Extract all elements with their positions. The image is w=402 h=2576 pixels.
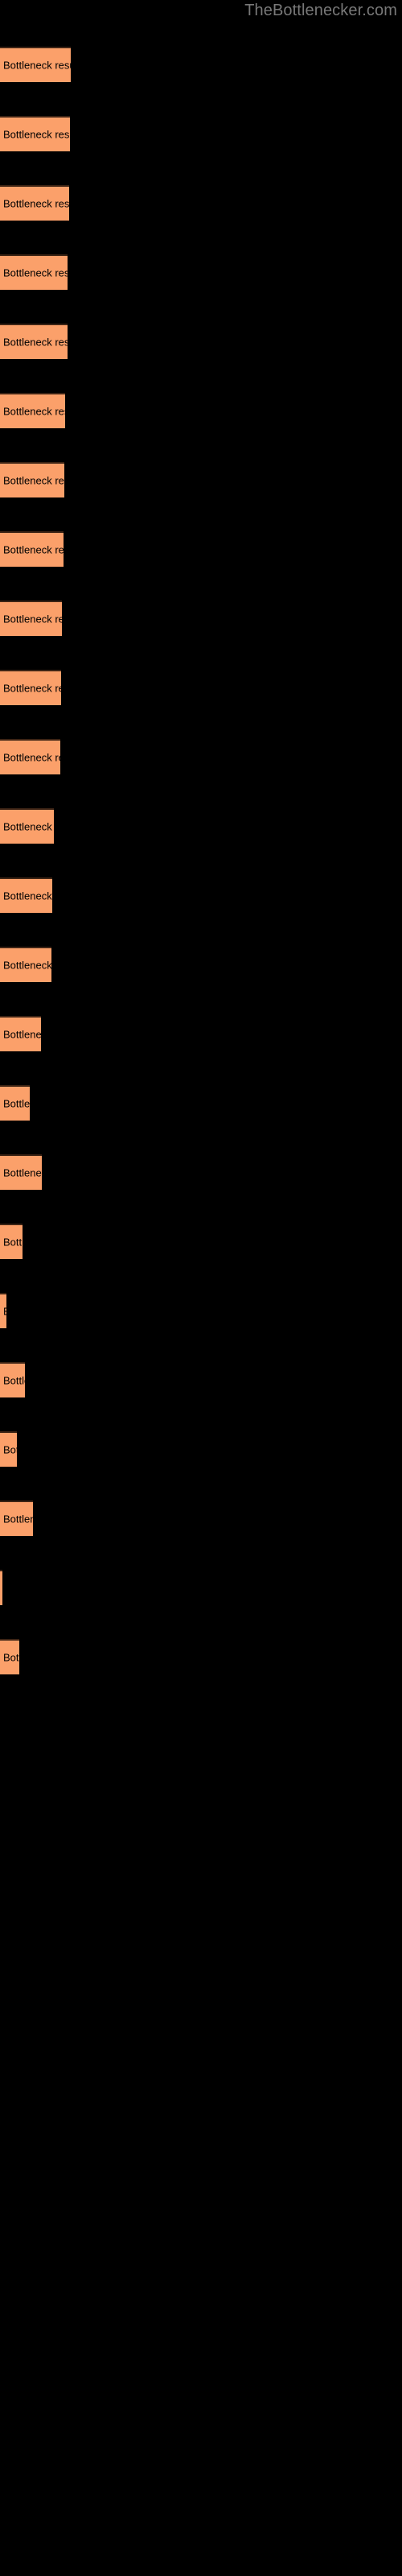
bar-label: Bottleneck result [3,128,70,141]
bar-label-clip: Bottleneck result [0,1364,25,1397]
bar-label: Bottleneck result [3,474,64,487]
bottleneck-result-bar[interactable]: Bottleneck result [0,601,62,636]
bottleneck-result-bar[interactable]: Bottleneck result [0,116,70,151]
bottleneck-result-bar[interactable]: Bottleneck result [0,1224,23,1259]
bar-label: Bottleneck result [3,1166,42,1179]
bar-label: Bottleneck result [3,751,60,764]
bottleneck-result-bar[interactable]: Bottleneck result [0,1293,6,1328]
bar-label: Bottleneck result [3,1236,23,1249]
bar-label: Bottleneck result [3,820,54,833]
bar-label-clip: Bottleneck result [0,118,70,151]
bar-label-clip: Bottleneck result [0,325,68,359]
bar-label: Bottleneck result [3,336,68,349]
bar-label: Bottleneck result [3,959,51,972]
bar-label: Bottleneck result [3,890,52,902]
bar-label-clip: Bottleneck result [0,533,64,567]
bar-label: Bottleneck result [3,266,68,279]
bar-label: Bottleneck result [3,1443,17,1456]
bar-label: Bottleneck result [3,682,61,695]
bar-label: Bottleneck result [3,613,62,625]
bottleneck-result-bar[interactable]: Bottleneck result [0,1362,25,1397]
bar-label-clip: Bottleneck result [0,394,65,428]
bar-label-clip: Bottleneck result [0,602,62,636]
bar-label: Bottleneck result [3,1306,6,1318]
bottleneck-bar-chart: Bottleneck result Bottleneck result Bottle… [0,0,402,2576]
bottleneck-result-bar[interactable]: Bottleneck result [0,1501,33,1536]
bar-label-clip: Bottleneck result [0,187,69,221]
bar-label-clip: Bottleneck result [0,671,61,705]
bottleneck-result-bar[interactable]: Bottleneck result [0,324,68,359]
bottleneck-result-bar[interactable]: Bottleneck result [0,1085,30,1121]
bottleneck-result-bar[interactable]: Bottleneck result [0,1639,19,1674]
bar-label-clip: Bottleneck result [0,741,60,774]
bar-label-clip: Bottleneck result [0,464,64,497]
bar-label-clip: Bottleneck result [0,1225,23,1259]
bar-label-clip: Bottleneck result [0,879,52,913]
bar-label-clip: Bottleneck result [0,948,51,982]
bottleneck-result-bar[interactable]: Bottleneck result [0,254,68,290]
bottleneck-result-bar[interactable]: Bottleneck result [0,1154,42,1190]
bar-label: Bottleneck result [3,1097,30,1110]
bottleneck-result-bar[interactable]: Bottleneck result [0,462,64,497]
bottleneck-result-bar[interactable]: Bottleneck result [0,947,51,982]
bar-label-clip: Bottleneck result [0,1433,17,1467]
bar-label-clip: Bottleneck result [0,256,68,290]
bottleneck-result-bar[interactable]: Bottleneck result [0,47,71,82]
bottleneck-result-bar[interactable]: Bottleneck result [0,808,54,844]
page-root: TheBottlenecker.com Bottleneck resultBot… [0,0,402,2576]
bar-label-clip: Bottleneck result [0,1018,41,1051]
bar-label: Bottleneck result [3,1374,25,1387]
bottleneck-result-bar[interactable]: Bottleneck result [0,670,61,705]
bottleneck-result-bar[interactable]: Bottleneck result [0,739,60,774]
bar-label-clip: Bottleneck result [0,1294,6,1328]
bar-label-clip: Bottleneck result [0,1156,42,1190]
bar-label: Bottleneck result [3,1028,41,1041]
bar-label: Bottleneck result [3,543,64,556]
bottleneck-result-bar[interactable]: Bottleneck result [0,1431,17,1467]
bar-label-clip: Bottleneck result [0,1502,33,1536]
bottleneck-result-bar[interactable]: Bottleneck result [0,185,69,221]
bar-label: Bottleneck result [3,1513,33,1525]
bottleneck-result-bar[interactable]: Bottleneck result [0,877,52,913]
bottleneck-result-bar[interactable]: Bottleneck result [0,1570,2,1605]
bar-label: Bottleneck result [3,405,65,418]
bottleneck-result-bar[interactable]: Bottleneck result [0,531,64,567]
bar-label: Bottleneck result [3,59,71,72]
bar-label-clip: Bottleneck result [0,48,71,82]
bottleneck-result-bar[interactable]: Bottleneck result [0,1016,41,1051]
bar-label-clip: Bottleneck result [0,1571,2,1605]
bar-label: Bottleneck result [3,1651,19,1664]
bar-label-clip: Bottleneck result [0,1641,19,1674]
bar-label-clip: Bottleneck result [0,1087,30,1121]
bar-label: Bottleneck result [3,197,69,210]
bar-label-clip: Bottleneck result [0,810,54,844]
bottleneck-result-bar[interactable]: Bottleneck result [0,393,65,428]
